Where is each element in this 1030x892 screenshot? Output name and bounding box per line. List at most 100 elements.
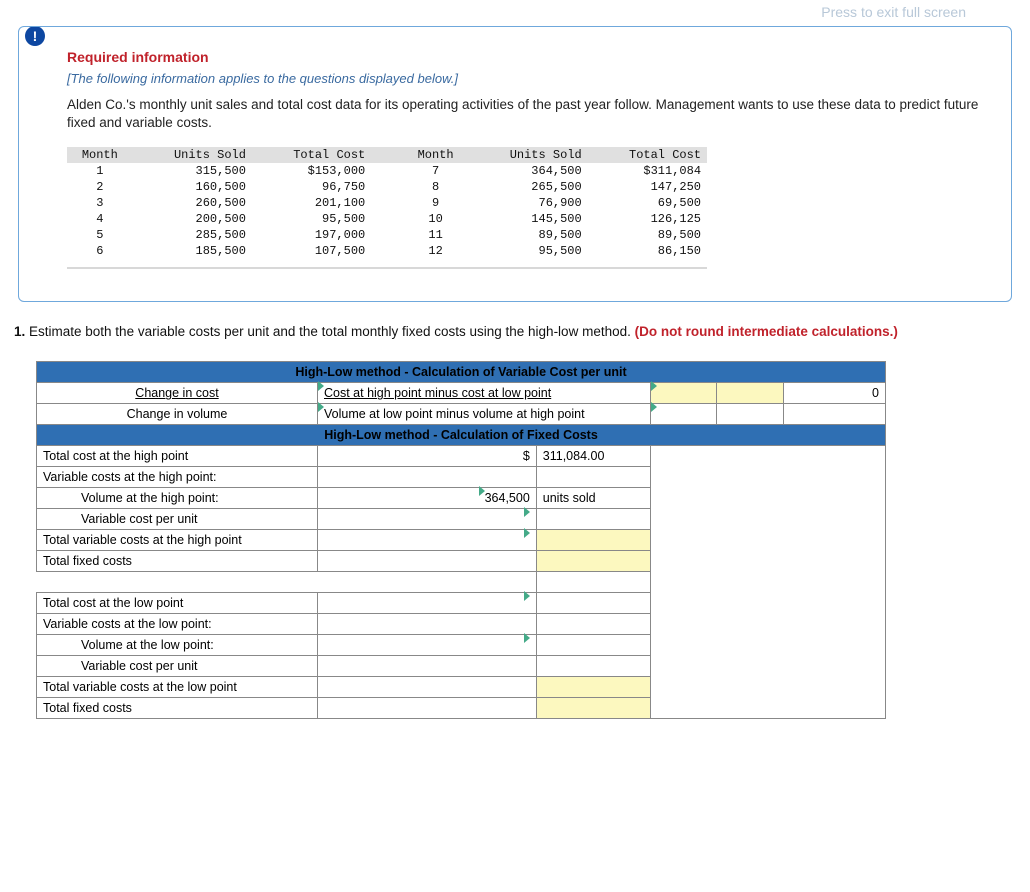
col-header-units-2: Units Sold	[468, 147, 587, 163]
spacer-row	[37, 572, 318, 593]
data-cell: 11	[403, 227, 469, 243]
change-in-volume-input[interactable]	[651, 404, 717, 425]
cost-data-table: Month Units Sold Total Cost Month Units …	[67, 144, 707, 267]
row-label: Variable cost per unit	[37, 656, 318, 677]
data-cell: 95,500	[468, 243, 587, 259]
col-header-cost-2: Total Cost	[588, 147, 707, 163]
data-cell: 3	[67, 195, 133, 211]
row-value-1[interactable]	[318, 467, 537, 488]
data-cell: 197,000	[252, 227, 371, 243]
data-cell: 145,500	[468, 211, 587, 227]
row-value-2[interactable]	[536, 656, 650, 677]
row-value-2[interactable]	[536, 635, 650, 656]
row-value-1[interactable]	[318, 698, 537, 719]
table-divider	[67, 267, 707, 269]
required-subtitle: [The following information applies to th…	[67, 71, 983, 86]
change-in-volume-label[interactable]: Change in volume	[37, 404, 318, 425]
fullscreen-hint: Press to exit full screen	[817, 0, 970, 24]
change-in-cost-dropdown[interactable]: Cost at high point minus cost at low poi…	[318, 383, 651, 404]
row-value-1[interactable]	[318, 677, 537, 698]
change-in-cost-label[interactable]: Change in cost	[37, 383, 318, 404]
row-label: Total cost at the low point	[37, 593, 318, 614]
data-cell: 76,900	[468, 195, 587, 211]
change-in-volume-dropdown[interactable]: Volume at low point minus volume at high…	[318, 404, 651, 425]
data-cell: 5	[67, 227, 133, 243]
data-cell: 2	[67, 179, 133, 195]
change-in-cost-input-2[interactable]	[717, 383, 783, 404]
row-label: Total fixed costs	[37, 551, 318, 572]
data-cell: 147,250	[588, 179, 707, 195]
col-header-cost-1: Total Cost	[252, 147, 371, 163]
question-instruction: (Do not round intermediate calculations.…	[635, 324, 898, 339]
row-label: Total variable costs at the high point	[37, 530, 318, 551]
row-label: Total fixed costs	[37, 698, 318, 719]
row-value-1[interactable]	[318, 593, 537, 614]
data-cell: 364,500	[468, 163, 587, 179]
data-cell: 160,500	[133, 179, 252, 195]
row-label: Volume at the low point:	[37, 635, 318, 656]
row-value-2[interactable]	[536, 530, 650, 551]
data-cell: 315,500	[133, 163, 252, 179]
data-cell: $311,084	[588, 163, 707, 179]
row-value-2[interactable]	[536, 677, 650, 698]
row-value-1[interactable]	[318, 614, 537, 635]
question-number: 1.	[14, 324, 25, 339]
row-value-2[interactable]	[536, 467, 650, 488]
row-value-2[interactable]	[536, 509, 650, 530]
row-value-1[interactable]	[318, 509, 537, 530]
question-1: 1. Estimate both the variable costs per …	[14, 324, 1016, 339]
data-cell: 8	[403, 179, 469, 195]
data-cell: 1	[67, 163, 133, 179]
row-value-2[interactable]	[536, 551, 650, 572]
data-cell: 285,500	[133, 227, 252, 243]
data-cell: 69,500	[588, 195, 707, 211]
data-cell: 4	[67, 211, 133, 227]
data-cell: 95,500	[252, 211, 371, 227]
data-cell: 6	[67, 243, 133, 259]
required-title: Required information	[67, 49, 983, 65]
change-in-cost-input[interactable]	[651, 383, 717, 404]
row-value-2[interactable]	[536, 698, 650, 719]
row-label: Total cost at the high point	[37, 446, 318, 467]
data-cell: $153,000	[252, 163, 371, 179]
data-cell: 265,500	[468, 179, 587, 195]
data-cell: 89,500	[468, 227, 587, 243]
high-low-worksheet: High-Low method - Calculation of Variabl…	[36, 361, 886, 719]
question-text: Estimate both the variable costs per uni…	[25, 324, 634, 339]
variable-cost-result: 0	[783, 383, 885, 404]
data-cell: 185,500	[133, 243, 252, 259]
row-value-1[interactable]	[318, 635, 537, 656]
data-cell: 260,500	[133, 195, 252, 211]
col-header-units-1: Units Sold	[133, 147, 252, 163]
hl-header-variable: High-Low method - Calculation of Variabl…	[37, 362, 886, 383]
row-value-2[interactable]: 311,084.00	[536, 446, 650, 467]
data-cell: 10	[403, 211, 469, 227]
data-cell: 126,125	[588, 211, 707, 227]
row-value-2[interactable]: units sold	[536, 488, 650, 509]
row-value-2[interactable]	[536, 614, 650, 635]
row-label: Variable costs at the low point:	[37, 614, 318, 635]
data-cell: 86,150	[588, 243, 707, 259]
scenario-paragraph: Alden Co.'s monthly unit sales and total…	[67, 96, 983, 132]
data-cell: 96,750	[252, 179, 371, 195]
data-cell: 7	[403, 163, 469, 179]
data-cell: 9	[403, 195, 469, 211]
row-label: Volume at the high point:	[37, 488, 318, 509]
row-value-1[interactable]	[318, 551, 537, 572]
data-cell: 200,500	[133, 211, 252, 227]
row-value-1[interactable]: 364,500	[318, 488, 537, 509]
row-value-1[interactable]: $	[318, 446, 537, 467]
hl-header-fixed: High-Low method - Calculation of Fixed C…	[37, 425, 886, 446]
data-cell: 12	[403, 243, 469, 259]
data-cell: 89,500	[588, 227, 707, 243]
required-info-card: Required information [The following info…	[18, 26, 1012, 302]
data-cell: 107,500	[252, 243, 371, 259]
row-value-2[interactable]	[536, 593, 650, 614]
change-in-volume-input-2[interactable]	[717, 404, 783, 425]
row-value-1[interactable]	[318, 656, 537, 677]
row-label: Variable cost per unit	[37, 509, 318, 530]
col-header-month-2: Month	[403, 147, 469, 163]
data-cell: 201,100	[252, 195, 371, 211]
col-header-month-1: Month	[67, 147, 133, 163]
row-value-1[interactable]	[318, 530, 537, 551]
